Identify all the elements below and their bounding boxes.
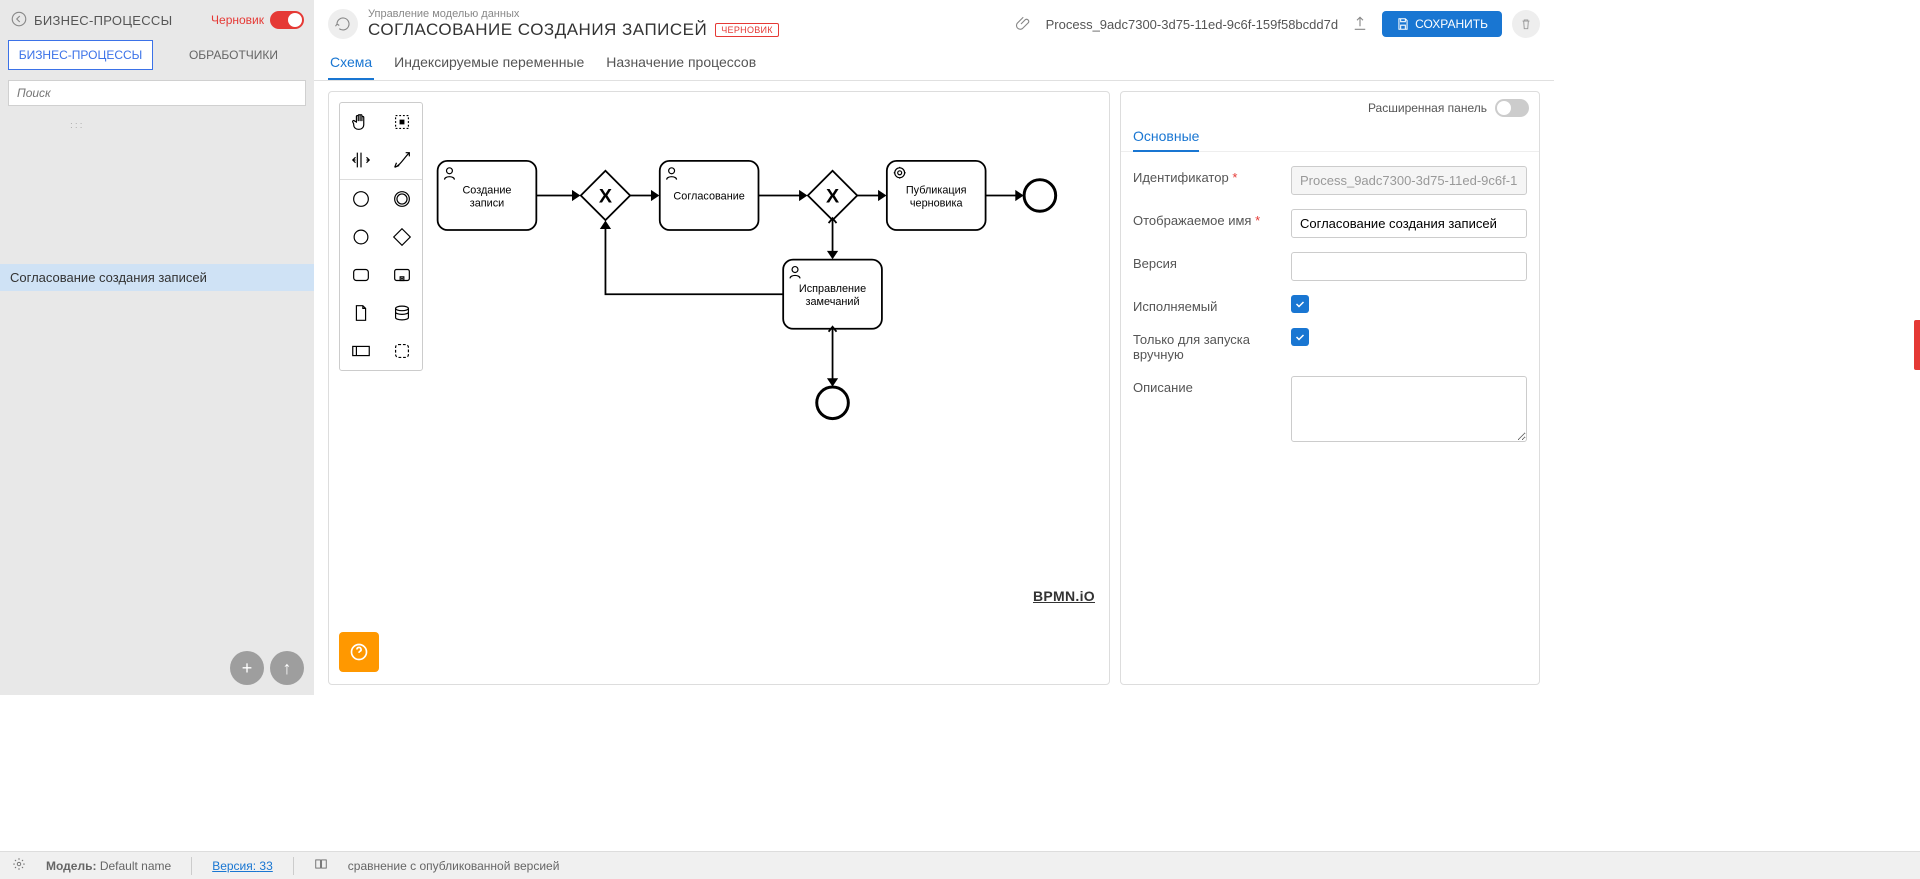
palette-intermediate-event-icon[interactable] — [381, 180, 422, 218]
palette-connect-tool-icon[interactable] — [381, 141, 422, 179]
help-button[interactable] — [339, 632, 379, 672]
attachment-icon[interactable] — [1012, 12, 1036, 36]
properties-panel: Расширенная панель Основные Идентификато… — [1120, 91, 1540, 685]
checkbox-executable[interactable] — [1291, 295, 1309, 313]
sidebar-tab-handlers[interactable]: ОБРАБОТЧИКИ — [161, 40, 306, 70]
palette-data-object-icon[interactable] — [340, 294, 381, 332]
palette-subprocess-icon[interactable] — [381, 256, 422, 294]
label-display-name: Отображаемое имя — [1133, 213, 1251, 228]
refresh-icon[interactable] — [328, 9, 358, 39]
svg-text:Исправление: Исправление — [799, 283, 866, 295]
tabs: Схема Индексируемые переменные Назначени… — [314, 44, 1554, 81]
svg-text:X: X — [599, 185, 612, 207]
bpmn-diagram[interactable]: X X — [329, 92, 1109, 684]
up-button[interactable]: ↑ — [270, 651, 304, 685]
label-executable: Исполняемый — [1133, 299, 1217, 314]
bpmn-palette — [339, 102, 423, 371]
tree-collapsed-indicator: · · ·· · · — [0, 118, 314, 134]
page-title: СОГЛАСОВАНИЕ СОЗДАНИЯ ЗАПИСЕЙ — [368, 20, 707, 40]
tree-item-process[interactable]: Согласование создания записей — [0, 264, 314, 291]
palette-gateway-icon[interactable] — [381, 218, 422, 256]
draft-toggle-label: Черновик — [211, 13, 264, 27]
save-button[interactable]: СОХРАНИТЬ — [1382, 11, 1502, 37]
label-id: Идентификатор — [1133, 170, 1229, 185]
sidebar: БИЗНЕС-ПРОЦЕССЫ Черновик БИЗНЕС-ПРОЦЕССЫ… — [0, 0, 314, 695]
version-link[interactable]: Версия: 33 — [212, 859, 273, 873]
input-id[interactable] — [1291, 166, 1527, 195]
status-bar: Модель: Default name Версия: 33 сравнени… — [0, 851, 1920, 879]
label-manual-only: Только для запуска — [1133, 332, 1250, 347]
svg-text:замечаний: замечаний — [806, 296, 860, 308]
extended-panel-label: Расширенная панель — [1368, 101, 1487, 115]
input-version[interactable] — [1291, 252, 1527, 281]
process-filename: Process_9adc7300-3d75-11ed-9c6f-159f58bc… — [1046, 17, 1338, 32]
sidebar-title: БИЗНЕС-ПРОЦЕССЫ — [34, 13, 172, 28]
svg-text:записи: записи — [470, 197, 504, 209]
palette-participant-icon[interactable] — [340, 332, 381, 370]
sidebar-tree: · · ·· · · Согласование создания записей — [0, 112, 314, 695]
svg-text:X: X — [826, 185, 839, 207]
palette-start-event-icon[interactable] — [340, 180, 381, 218]
svg-text:Согласование: Согласование — [673, 190, 744, 202]
search-input[interactable] — [8, 80, 306, 106]
bpmn-io-logo[interactable]: BPMN.iO — [1033, 588, 1095, 604]
palette-end-event-icon[interactable] — [340, 218, 381, 256]
checkbox-manual-only[interactable] — [1291, 328, 1309, 346]
gear-icon[interactable] — [12, 857, 26, 874]
draft-toggle[interactable] — [270, 11, 304, 29]
back-icon[interactable] — [10, 10, 28, 31]
extended-panel-toggle[interactable] — [1495, 99, 1529, 117]
compare-icon[interactable] — [314, 857, 328, 874]
breadcrumb: Управление моделью данных — [368, 8, 779, 20]
input-display-name[interactable] — [1291, 209, 1527, 238]
model-value: Default name — [100, 859, 171, 873]
palette-task-icon[interactable] — [340, 256, 381, 294]
props-section-main: Основные — [1133, 128, 1199, 152]
compare-label[interactable]: сравнение с опубликованной версией — [348, 859, 560, 873]
side-drawer-handle[interactable] — [1914, 320, 1920, 370]
textarea-description[interactable] — [1291, 376, 1527, 442]
draft-badge: ЧЕРНОВИК — [715, 23, 779, 37]
tab-indexed-vars[interactable]: Индексируемые переменные — [392, 48, 586, 80]
tab-process-assign[interactable]: Назначение процессов — [604, 48, 758, 80]
palette-hand-tool-icon[interactable] — [340, 103, 381, 141]
svg-text:черновика: черновика — [910, 197, 964, 209]
bpmn-canvas[interactable]: X X — [328, 91, 1110, 685]
palette-group-icon[interactable] — [381, 332, 422, 370]
delete-button[interactable] — [1512, 10, 1540, 38]
palette-data-store-icon[interactable] — [381, 294, 422, 332]
export-icon[interactable] — [1348, 12, 1372, 36]
add-button[interactable]: + — [230, 651, 264, 685]
sidebar-tab-processes[interactable]: БИЗНЕС-ПРОЦЕССЫ — [8, 40, 153, 70]
tab-scheme[interactable]: Схема — [328, 48, 374, 80]
palette-lasso-tool-icon[interactable] — [381, 103, 422, 141]
palette-space-tool-icon[interactable] — [340, 141, 381, 179]
svg-text:Создание: Создание — [462, 184, 511, 196]
label-description: Описание — [1133, 380, 1193, 395]
top-header: Управление моделью данных СОГЛАСОВАНИЕ С… — [314, 0, 1554, 44]
svg-text:Публикация: Публикация — [906, 184, 967, 196]
model-label: Модель: — [46, 859, 96, 873]
label-version: Версия — [1133, 256, 1177, 271]
